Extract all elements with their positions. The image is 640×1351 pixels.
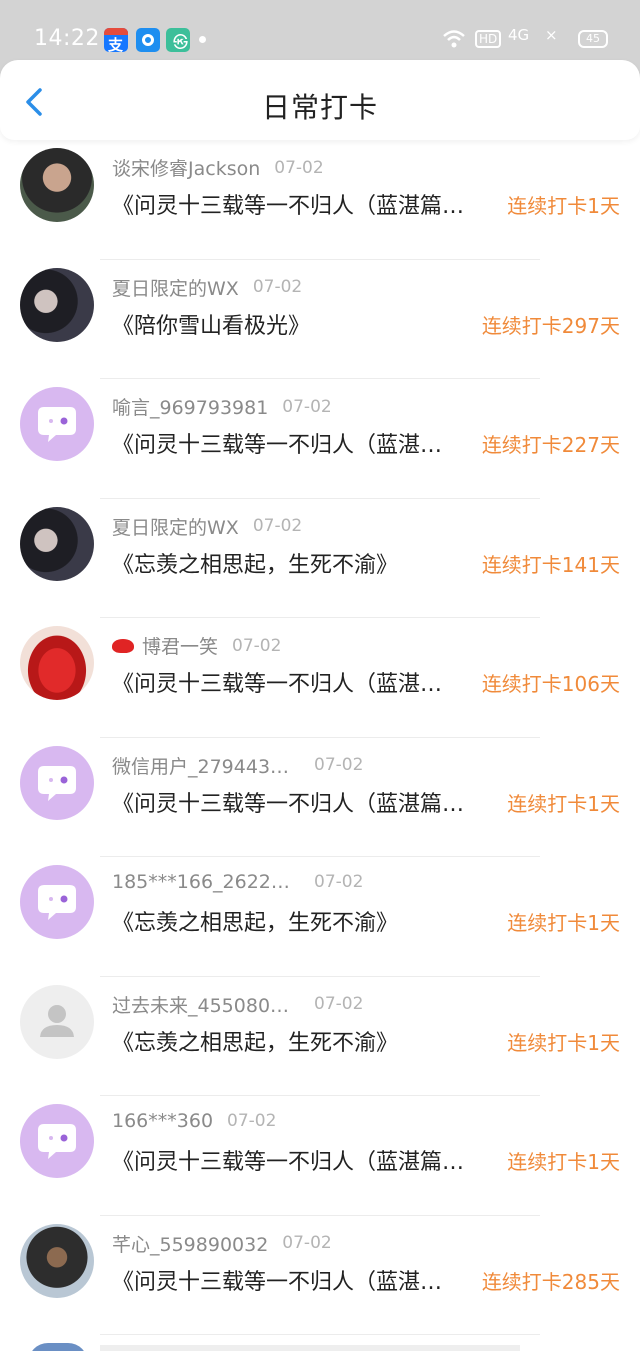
user-name[interactable]: 喻言_969793981 [112, 393, 268, 420]
list-item[interactable]: 185***166_26226… 07-02 《忘羡之相思起，生死不渝》 连续打卡… [0, 857, 640, 977]
user-name[interactable]: 微信用户_2794434… [112, 752, 300, 779]
battery-icon: 45 [578, 30, 608, 48]
streak-label: 连续打卡227天 [481, 433, 620, 457]
page-title: 日常打卡 [261, 91, 378, 124]
loading-placeholder [100, 1345, 520, 1351]
checkin-date: 07-02 [282, 1233, 332, 1253]
streak-label: 连续打卡1天 [507, 194, 620, 218]
checkin-date: 07-02 [314, 755, 364, 775]
person-icon [40, 1004, 74, 1037]
user-name[interactable]: 夏日限定的WX [112, 513, 239, 540]
list-item[interactable]: 夏日限定的WX 07-02 《陪你雪山看极光》 连续打卡297天 [0, 260, 640, 380]
user-avatar[interactable] [20, 267, 94, 342]
streak-label: 连续打卡141天 [481, 552, 620, 577]
book-title[interactable]: 《问灵十三载等一不归人（蓝湛篇… [112, 1144, 464, 1176]
checkin-date: 07-02 [282, 396, 332, 417]
app-notification-icon [136, 28, 160, 52]
user-name[interactable]: 夏日限定的WX [112, 274, 239, 301]
list-item[interactable]: 喻言_969793981 07-02 《问灵十三载等一不归人（蓝湛… 连续打卡22… [0, 379, 640, 499]
user-name[interactable]: 谈宋修睿Jackson [112, 154, 260, 181]
alipay-notification-icon: 支 [104, 28, 128, 54]
lips-emoji-icon [112, 638, 134, 653]
book-title[interactable]: 《陪你雪山看极光》 [112, 308, 310, 340]
user-avatar[interactable] [20, 148, 94, 222]
default-avatar-icon[interactable] [20, 865, 94, 939]
user-avatar[interactable] [20, 506, 94, 581]
default-avatar-icon[interactable] [20, 387, 94, 461]
streak-label: 连续打卡1天 [507, 911, 620, 935]
signal-none-icon: × [545, 26, 558, 44]
alipay-glyph: 支 [108, 36, 124, 54]
list-item[interactable]: 过去未来_4550801… 07-02 《忘羡之相思起，生死不渝》 连续打卡1天 [0, 977, 640, 1097]
chat-bubble-icon [38, 885, 76, 920]
book-title[interactable]: 《问灵十三载等一不归人（蓝湛… [112, 427, 442, 459]
list-item[interactable]: 芊心_559890032 07-02 《问灵十三载等一不归人（蓝湛… 连续打卡28… [0, 1216, 640, 1336]
user-name[interactable]: 博君一笑 [142, 632, 218, 659]
book-title[interactable]: 《忘羡之相思起，生死不渝》 [112, 1025, 398, 1057]
streak-label: 连续打卡106天 [481, 672, 620, 696]
list-item[interactable]: 谈宋修睿Jackson 07-02 《问灵十三载等一不归人（蓝湛篇… 连续打卡1天 [0, 140, 640, 260]
default-avatar-icon[interactable] [20, 984, 94, 1059]
list-item[interactable]: 166***360 07-02 《问灵十三载等一不归人（蓝湛篇… 连续打卡1天 [0, 1096, 640, 1216]
chat-bubble-icon [38, 765, 76, 801]
user-avatar[interactable] [28, 1343, 88, 1351]
chat-bubble-icon [38, 1124, 76, 1159]
streak-label: 连续打卡285天 [481, 1269, 620, 1294]
checkin-date: 07-02 [274, 157, 324, 178]
book-title[interactable]: 《问灵十三载等一不归人（蓝湛篇… [112, 786, 464, 818]
book-title[interactable]: 《问灵十三载等一不归人（蓝湛… [112, 666, 442, 698]
status-time: 14:22 [34, 26, 100, 51]
streak-label: 连续打卡1天 [507, 1150, 620, 1174]
book-title[interactable]: 《忘羡之相思起，生死不渝》 [112, 547, 398, 579]
book-title[interactable]: 《问灵十三载等一不归人（蓝湛篇… [112, 188, 464, 220]
streak-label: 连续打卡297天 [481, 313, 620, 338]
checkin-date: 07-02 [232, 635, 282, 656]
checkin-date: 07-02 [252, 516, 303, 536]
user-name[interactable]: 芊心_559890032 [112, 1230, 268, 1257]
list-item-partial[interactable] [0, 1335, 640, 1351]
user-avatar[interactable] [20, 626, 94, 700]
default-avatar-icon[interactable] [20, 1104, 94, 1178]
book-title[interactable]: 《问灵十三载等一不归人（蓝湛… [112, 1264, 442, 1296]
signal-4g-icon: 4G [508, 26, 530, 44]
checkin-date: 07-02 [314, 994, 364, 1014]
book-title[interactable]: 《忘羡之相思起，生死不渝》 [112, 905, 398, 937]
list-item[interactable]: 博君一笑 07-02 《问灵十三载等一不归人（蓝湛… 连续打卡106天 [0, 618, 640, 738]
list-item[interactable]: 夏日限定的WX 07-02 《忘羡之相思起，生死不渝》 连续打卡141天 [0, 499, 640, 619]
list-item[interactable]: 微信用户_2794434… 07-02 《问灵十三载等一不归人（蓝湛篇… 连续打卡… [0, 738, 640, 858]
user-name[interactable]: 185***166_26226… [112, 871, 300, 893]
app-header: 日常打卡 [0, 60, 640, 140]
checkin-date: 07-02 [314, 872, 364, 892]
checkin-date: 07-02 [227, 1111, 277, 1131]
checkin-date: 07-02 [252, 277, 303, 297]
checkin-list: 谈宋修睿Jackson 07-02 《问灵十三载等一不归人（蓝湛篇… 连续打卡1天… [0, 140, 640, 1335]
chat-bubble-icon [38, 407, 76, 442]
user-name[interactable]: 166***360 [112, 1110, 213, 1132]
streak-label: 连续打卡1天 [507, 1030, 620, 1055]
sim-notification-icon: ㉿ [166, 28, 190, 52]
streak-label: 连续打卡1天 [507, 791, 620, 816]
default-avatar-icon[interactable] [20, 745, 94, 820]
wifi-icon [443, 30, 465, 48]
sim-glyph: ㉿ [173, 33, 189, 51]
user-name[interactable]: 过去未来_4550801… [112, 991, 300, 1018]
hd-badge: HD [475, 30, 502, 48]
user-avatar[interactable] [20, 1223, 94, 1298]
more-notifications-dot [199, 36, 206, 43]
